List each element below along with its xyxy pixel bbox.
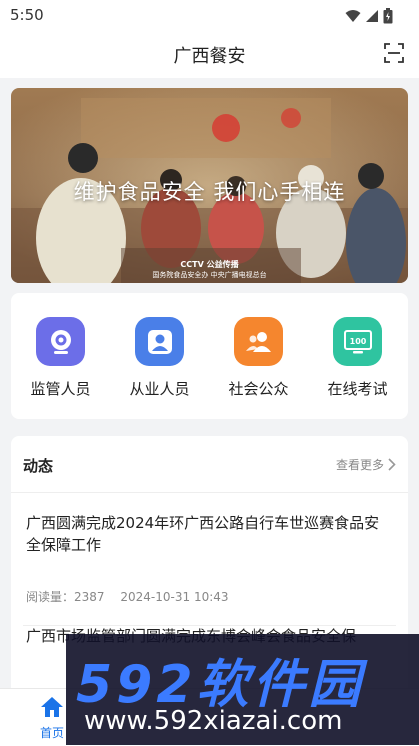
group-icon <box>245 331 271 352</box>
quick-icon-bg <box>234 317 283 366</box>
quick-action-public[interactable]: 社会公众 <box>209 293 308 419</box>
scan-button[interactable] <box>383 42 405 64</box>
quick-action-label: 在线考试 <box>327 380 388 398</box>
news-reads: 2387 <box>74 590 105 604</box>
quick-icon-bg: 100 <box>333 317 382 366</box>
divider <box>11 492 408 493</box>
page-title: 广西餐安 <box>173 46 246 67</box>
watermark-url: www.592xiazai.com <box>84 706 343 736</box>
view-more-label: 查看更多 <box>335 458 384 472</box>
watermark: 592软件园 www.592xiazai.com <box>66 634 419 745</box>
banner-caption: 维护食品安全 我们心手相连 <box>73 180 346 204</box>
home-icon <box>41 697 63 717</box>
svg-text:100: 100 <box>349 337 366 346</box>
view-more-link[interactable]: 查看更多 <box>336 456 396 473</box>
camera-icon <box>50 329 71 354</box>
news-date: 2024-10-31 10:43 <box>120 590 229 604</box>
exam-screen-icon: 100 <box>343 329 372 353</box>
banner-credit: 国务院食品安全办 中央广播电视总台 <box>152 271 267 279</box>
app-header: 广西餐安 <box>0 30 419 78</box>
quick-action-supervisor[interactable]: 监管人员 <box>11 293 110 419</box>
wifi-icon <box>345 10 361 22</box>
news-heading: 动态 <box>23 457 54 475</box>
quick-action-exam[interactable]: 100 在线考试 <box>308 293 407 419</box>
status-icons <box>345 8 393 24</box>
status-time: 5:50 <box>10 6 44 24</box>
quick-icon-bg <box>135 317 184 366</box>
person-icon <box>147 329 172 354</box>
banner-logo: CCTV 公益传播 <box>180 260 239 269</box>
quick-action-label: 社会公众 <box>228 380 289 398</box>
news-item[interactable]: 广西圆满完成2024年环广西公路自行车世巡赛食品安全保障工作 阅读量：2387 … <box>11 512 408 626</box>
news-title: 广西圆满完成2024年环广西公路自行车世巡赛食品安全保障工作 <box>26 514 380 554</box>
quick-action-worker[interactable]: 从业人员 <box>110 293 209 419</box>
status-bar: 5:50 <box>0 0 419 30</box>
quick-actions-card: 监管人员 从业人员 社会公众 100 在线考试 <box>11 293 408 419</box>
news-reads-label: 阅读量： <box>26 590 75 604</box>
chevron-right-icon <box>388 458 396 471</box>
signal-icon <box>366 10 378 22</box>
battery-icon <box>383 8 393 24</box>
quick-icon-bg <box>36 317 85 366</box>
quick-action-label: 从业人员 <box>129 380 190 398</box>
scan-icon <box>384 43 404 63</box>
banner-carousel[interactable]: 维护食品安全 我们心手相连 CCTV 公益传播 国务院食品安全办 中央广播电视总… <box>11 88 408 283</box>
news-meta: 阅读量：2387 2024-10-31 10:43 <box>26 588 229 605</box>
quick-action-label: 监管人员 <box>30 380 91 398</box>
